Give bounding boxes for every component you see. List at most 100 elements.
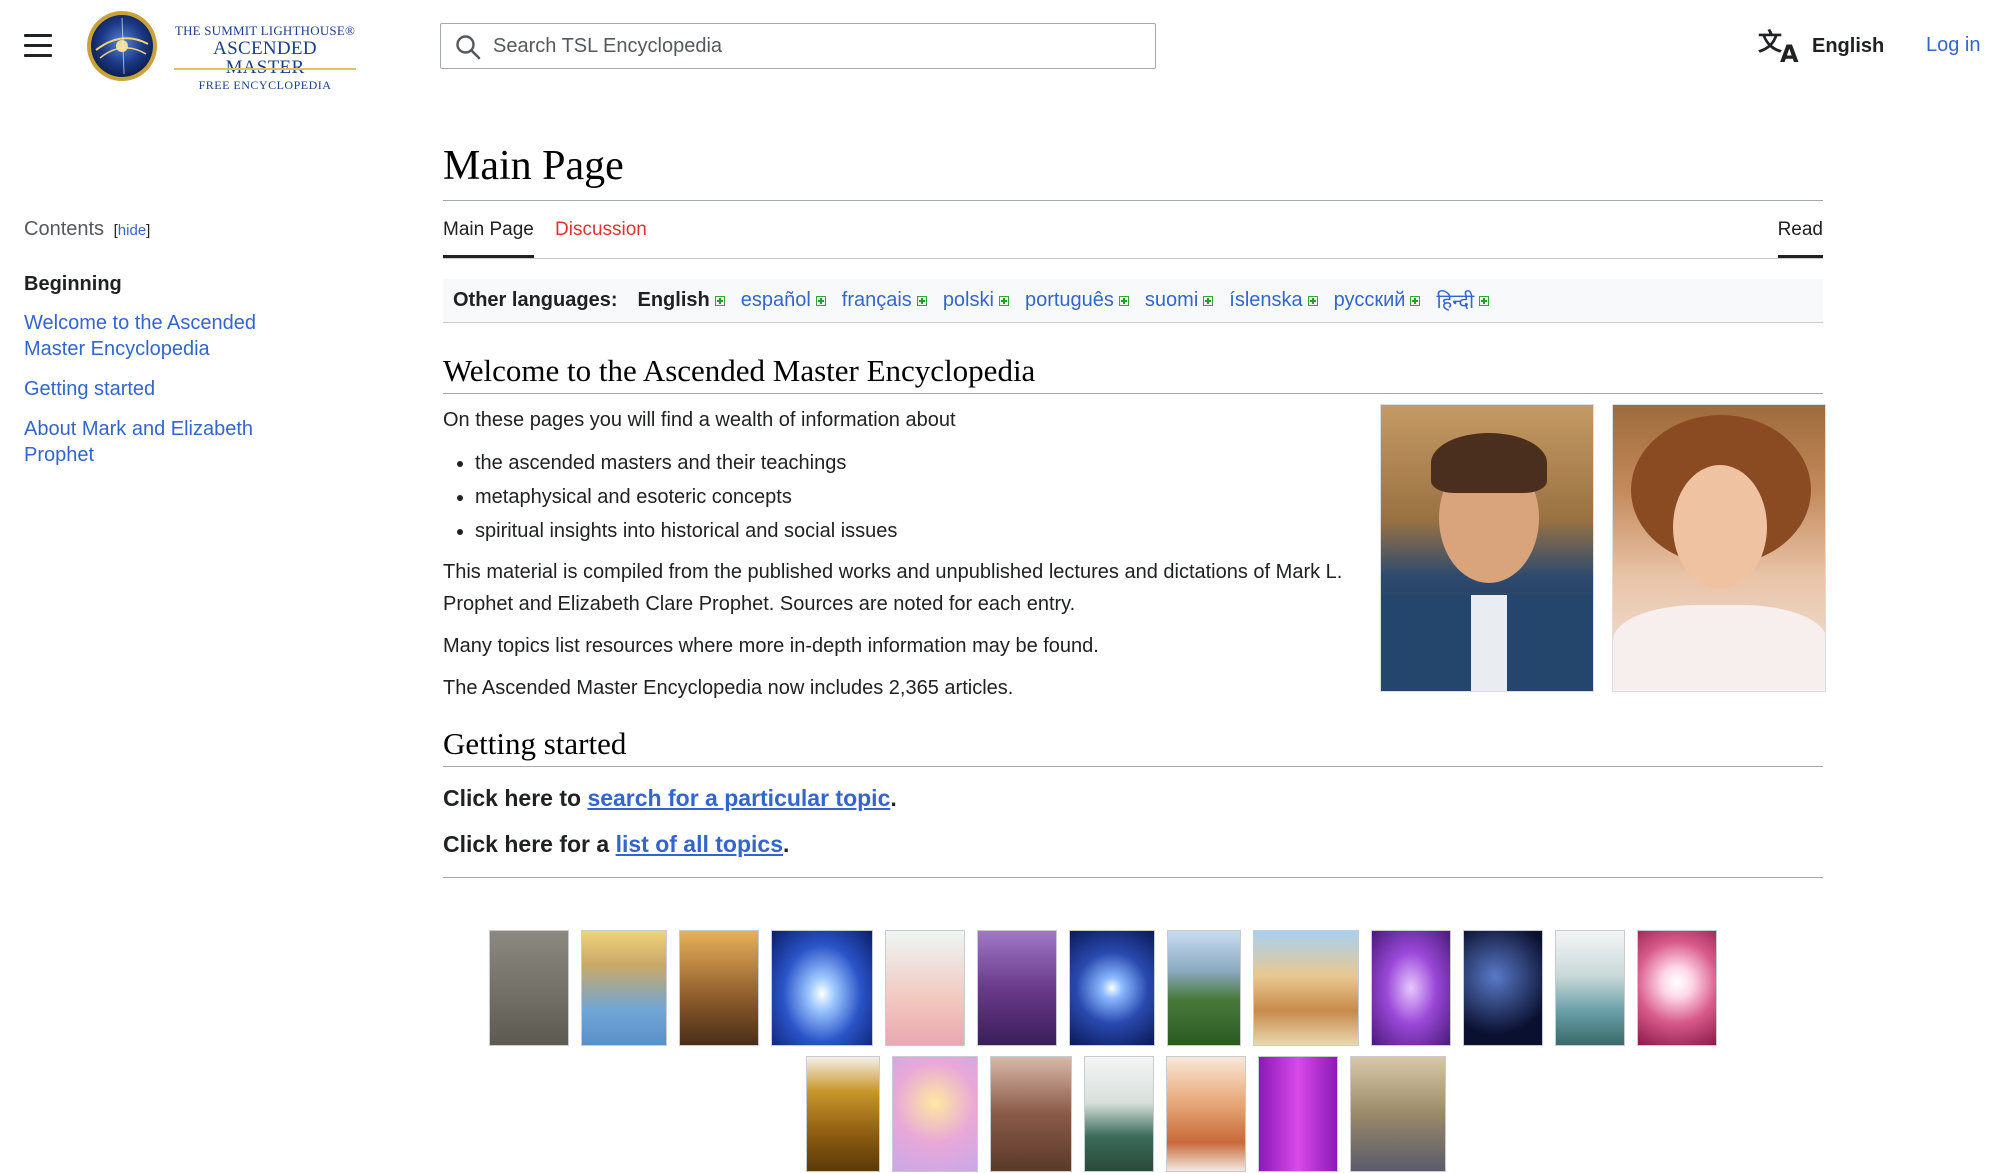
all-topics-suffix: . [783,831,790,857]
expand-icon [1118,295,1129,306]
all-topics-line: Click here for a list of all topics. [443,829,1823,859]
search-box[interactable] [440,23,1156,69]
site-logo[interactable]: THE SUMMIT LIGHTHOUSE® ASCENDED MASTER F… [86,10,356,91]
gallery-thumbnail[interactable] [1069,930,1155,1046]
language-espanol[interactable]: español [741,289,826,312]
gallery-thumbnail[interactable] [1371,930,1451,1046]
globe-logo-icon [87,11,157,81]
language-button[interactable]: 文 A English [1758,26,1884,66]
gallery-thumbnail[interactable] [1555,930,1625,1046]
other-languages-label: Other languages: [453,289,618,311]
expand-icon [1203,295,1214,306]
language-islenska[interactable]: íslenska [1229,289,1318,312]
gallery-thumbnail[interactable] [1084,1056,1154,1172]
gallery-thumbnail[interactable] [1167,930,1241,1046]
welcome-paragraph-count: The Ascended Master Encyclopedia now inc… [443,677,1014,699]
svg-text:A: A [1780,40,1799,64]
gallery-thumbnail[interactable] [489,930,569,1046]
search-topic-link[interactable]: search for a particular topic [587,785,890,811]
toc-item-beginning[interactable]: Beginning [24,273,304,296]
language-suomi[interactable]: suomi [1145,289,1214,312]
search-topic-prefix: Click here to [443,785,588,811]
expand-icon [1307,295,1318,306]
other-languages-bar: Other languages: English español françai… [443,279,1823,323]
list-item: the ascended masters and their teachings [475,446,1363,480]
language-russkiy[interactable]: русский [1334,289,1421,312]
expand-icon [916,295,927,306]
getting-started-heading: Getting started [443,724,1823,767]
expand-icon [1479,295,1490,306]
list-item: spiritual insights into historical and s… [475,514,1363,548]
toc-header: Contents [hide] [24,218,304,241]
gallery-thumbnail[interactable] [581,930,667,1046]
gallery-thumbnail[interactable] [1166,1056,1246,1172]
translate-icon: 文 A [1758,28,1799,64]
search-icon [456,35,481,60]
language-francais[interactable]: français [842,289,927,312]
logo-underline [174,68,356,70]
language-hindi[interactable]: हिन्दी [1436,287,1490,314]
language-name: polski [942,289,994,311]
welcome-intro: On these pages you will find a wealth of… [443,409,956,431]
language-name: English [637,289,710,311]
tab-discussion[interactable]: Discussion [555,219,647,255]
expand-icon [714,295,725,306]
section-divider [443,877,1823,878]
gallery-thumbnail[interactable] [990,1056,1072,1172]
portrait-mark-prophet[interactable] [1380,404,1594,692]
gallery-thumbnail[interactable] [977,930,1057,1046]
gallery-thumbnail[interactable] [1253,930,1359,1046]
page-tabs: Main Page Discussion Read [443,201,1823,259]
language-portugues[interactable]: português [1025,289,1129,312]
welcome-section: On these pages you will find a wealth of… [443,394,1826,724]
table-of-contents: Contents [hide] Beginning Welcome to the… [24,218,304,468]
language-name: русский [1333,289,1406,311]
logo-line1: THE SUMMIT LIGHTHOUSE® [174,23,356,38]
gallery-row-1 [489,930,1717,1046]
search-input[interactable] [493,24,1143,68]
site-header: THE SUMMIT LIGHTHOUSE® ASCENDED MASTER F… [0,0,2000,92]
gallery-thumbnail[interactable] [1637,930,1717,1046]
gallery-thumbnail[interactable] [892,1056,978,1172]
all-topics-prefix: Click here for a [443,831,616,857]
toc-hide-link[interactable]: hide [118,222,146,239]
page-title: Main Page [443,143,624,189]
language-name: português [1024,289,1114,311]
gallery-thumbnail[interactable] [1350,1056,1446,1172]
language-name: íslenska [1229,289,1303,311]
logo-text: THE SUMMIT LIGHTHOUSE® ASCENDED MASTER F… [174,24,356,91]
gallery-row-2 [806,1056,1446,1172]
gallery-thumbnail[interactable] [1463,930,1543,1046]
toc-item-about-prophets[interactable]: About Mark and Elizabeth Prophet [24,416,304,468]
toc-title: Contents [24,218,105,240]
language-name: español [740,289,811,311]
language-label: English [1812,34,1885,57]
expand-icon [815,295,826,306]
expand-icon [998,295,1009,306]
gallery-thumbnail[interactable] [1258,1056,1338,1172]
language-english: English [637,289,725,312]
gallery-thumbnail[interactable] [885,930,965,1046]
tab-main-page[interactable]: Main Page [443,219,534,258]
toc-item-welcome[interactable]: Welcome to the Ascended Master Encyclope… [24,310,304,362]
toc-hide-toggle[interactable]: [hide] [114,222,151,239]
search-topic-line: Click here to search for a particular to… [443,783,1823,813]
all-topics-link[interactable]: list of all topics [616,831,783,857]
welcome-paragraph-sources: This material is compiled from the publi… [443,561,1343,615]
main-menu-icon[interactable] [24,34,52,58]
welcome-text: On these pages you will find a wealth of… [443,404,1363,714]
tab-read[interactable]: Read [1777,219,1823,258]
search-topic-suffix: . [890,785,897,811]
language-name: हिन्दी [1436,291,1475,313]
gallery-thumbnail[interactable] [771,930,873,1046]
gallery-thumbnail[interactable] [679,930,759,1046]
expand-icon [1410,295,1421,306]
welcome-heading: Welcome to the Ascended Master Encyclope… [443,351,1823,394]
toc-item-getting-started[interactable]: Getting started [24,376,304,402]
portrait-elizabeth-prophet[interactable] [1612,404,1826,692]
language-polski[interactable]: polski [943,289,1009,312]
logo-line3: FREE ENCYCLOPEDIA [198,78,332,92]
logo-line2: ASCENDED MASTER [213,38,317,78]
gallery-thumbnail[interactable] [806,1056,880,1172]
login-link[interactable]: Log in [1926,34,1981,57]
